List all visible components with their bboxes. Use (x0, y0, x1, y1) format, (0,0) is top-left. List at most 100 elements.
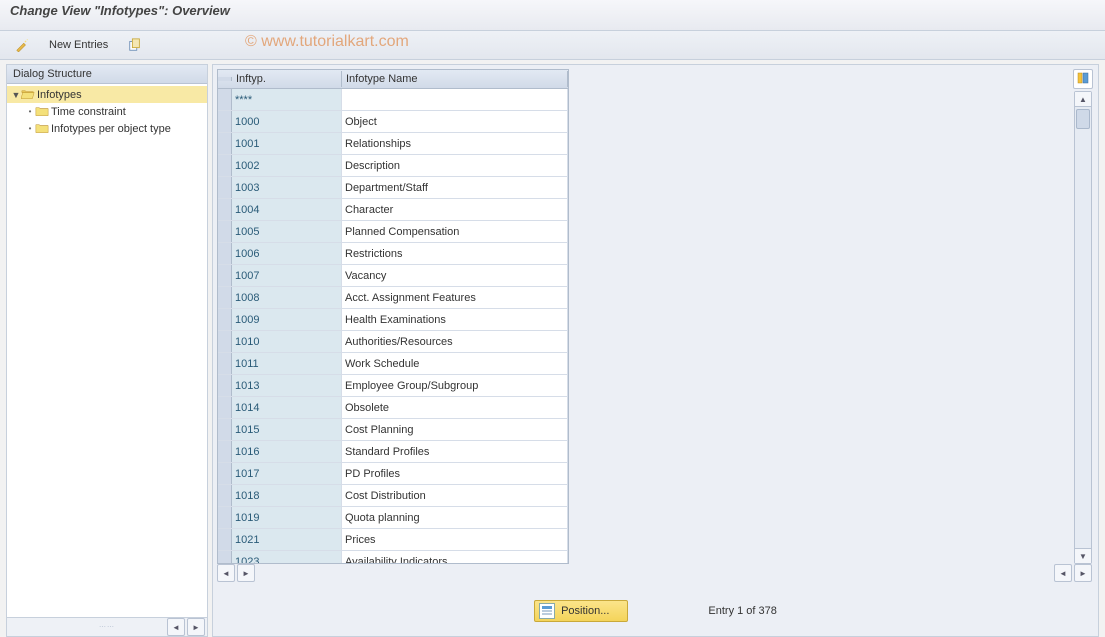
row-selector[interactable] (218, 265, 232, 286)
table-row[interactable]: **** (218, 89, 568, 111)
row-selector[interactable] (218, 155, 232, 176)
row-selector[interactable] (218, 419, 232, 440)
cell-infotype-code[interactable]: 1009 (232, 309, 342, 330)
table-row[interactable]: 1003Department/Staff (218, 177, 568, 199)
cell-infotype-name[interactable]: Relationships (342, 133, 568, 154)
cell-infotype-name[interactable]: Department/Staff (342, 177, 568, 198)
cell-infotype-code[interactable]: 1005 (232, 221, 342, 242)
cell-infotype-name[interactable]: Health Examinations (342, 309, 568, 330)
row-selector[interactable] (218, 463, 232, 484)
row-selector[interactable] (218, 397, 232, 418)
row-selector[interactable] (218, 111, 232, 132)
cell-infotype-code[interactable]: 1000 (232, 111, 342, 132)
cell-infotype-name[interactable]: PD Profiles (342, 463, 568, 484)
table-row[interactable]: 1021Prices (218, 529, 568, 551)
vertical-scrollbar[interactable]: ▲ ▼ (1074, 91, 1092, 564)
table-row[interactable]: 1006Restrictions (218, 243, 568, 265)
tree-node-time-constraint[interactable]: •Time constraint (7, 103, 207, 120)
row-selector[interactable] (218, 441, 232, 462)
sidebar-scroll-left-button[interactable]: ◄ (167, 618, 185, 636)
cell-infotype-code[interactable]: 1002 (232, 155, 342, 176)
table-row[interactable]: 1013Employee Group/Subgroup (218, 375, 568, 397)
cell-infotype-name[interactable]: Employee Group/Subgroup (342, 375, 568, 396)
sidebar-scroll-right-button[interactable]: ► (187, 618, 205, 636)
cell-infotype-name[interactable]: Authorities/Resources (342, 331, 568, 352)
row-selector[interactable] (218, 89, 232, 110)
row-selector[interactable] (218, 199, 232, 220)
table-scroll-left-button[interactable]: ◄ (217, 564, 235, 582)
cell-infotype-name[interactable]: Planned Compensation (342, 221, 568, 242)
table-row[interactable]: 1011Work Schedule (218, 353, 568, 375)
cell-infotype-name[interactable]: Standard Profiles (342, 441, 568, 462)
table-row[interactable]: 1019Quota planning (218, 507, 568, 529)
row-selector[interactable] (218, 243, 232, 264)
cell-infotype-code[interactable]: 1007 (232, 265, 342, 286)
cell-infotype-name[interactable]: Restrictions (342, 243, 568, 264)
table-scroll-left-button-2[interactable]: ◄ (1054, 564, 1072, 582)
table-row[interactable]: 1008Acct. Assignment Features (218, 287, 568, 309)
row-selector[interactable] (218, 221, 232, 242)
table-scroll-right-button[interactable]: ► (237, 564, 255, 582)
row-selector[interactable] (218, 133, 232, 154)
table-row[interactable]: 1009Health Examinations (218, 309, 568, 331)
row-selector[interactable] (218, 309, 232, 330)
position-button[interactable]: Position... (534, 600, 628, 622)
cell-infotype-code[interactable]: 1013 (232, 375, 342, 396)
cell-infotype-name[interactable]: Cost Planning (342, 419, 568, 440)
table-row[interactable]: 1002Description (218, 155, 568, 177)
cell-infotype-code[interactable]: 1006 (232, 243, 342, 264)
table-row[interactable]: 1000Object (218, 111, 568, 133)
table-row[interactable]: 1018Cost Distribution (218, 485, 568, 507)
table-row[interactable]: 1005Planned Compensation (218, 221, 568, 243)
new-entries-button[interactable]: New Entries (42, 36, 115, 54)
scroll-down-button[interactable]: ▼ (1075, 548, 1091, 563)
cell-infotype-name[interactable]: Acct. Assignment Features (342, 287, 568, 308)
cell-infotype-code[interactable]: 1003 (232, 177, 342, 198)
cell-infotype-code[interactable]: 1004 (232, 199, 342, 220)
table-row[interactable]: 1014Obsolete (218, 397, 568, 419)
drag-handle-icon[interactable]: ⋯⋯ (99, 623, 115, 631)
row-selector[interactable] (218, 287, 232, 308)
cell-infotype-code[interactable]: 1021 (232, 529, 342, 550)
column-header-code[interactable]: Inftyp. (232, 71, 342, 87)
cell-infotype-name[interactable] (342, 89, 568, 110)
cell-infotype-name[interactable]: Object (342, 111, 568, 132)
cell-infotype-code[interactable]: 1001 (232, 133, 342, 154)
cell-infotype-name[interactable]: Availability Indicators (342, 551, 568, 563)
cell-infotype-code[interactable]: 1008 (232, 287, 342, 308)
cell-infotype-name[interactable]: Work Schedule (342, 353, 568, 374)
row-selector[interactable] (218, 375, 232, 396)
cell-infotype-code[interactable]: 1015 (232, 419, 342, 440)
cell-infotype-name[interactable]: Cost Distribution (342, 485, 568, 506)
cell-infotype-code[interactable]: 1011 (232, 353, 342, 374)
table-row[interactable]: 1016Standard Profiles (218, 441, 568, 463)
cell-infotype-code[interactable]: 1016 (232, 441, 342, 462)
row-selector[interactable] (218, 551, 232, 563)
cell-infotype-code[interactable]: 1023 (232, 551, 342, 563)
column-header-name[interactable]: Infotype Name (342, 71, 568, 87)
cell-infotype-code[interactable]: 1017 (232, 463, 342, 484)
row-selector[interactable] (218, 507, 232, 528)
cell-infotype-code[interactable]: 1010 (232, 331, 342, 352)
row-selector[interactable] (218, 353, 232, 374)
table-row[interactable]: 1001Relationships (218, 133, 568, 155)
table-settings-button[interactable] (1073, 69, 1093, 89)
cell-infotype-code[interactable]: 1014 (232, 397, 342, 418)
table-row[interactable]: 1015Cost Planning (218, 419, 568, 441)
cell-infotype-name[interactable]: Description (342, 155, 568, 176)
tree-node-infotypes[interactable]: ▼Infotypes (7, 86, 207, 103)
scroll-up-button[interactable]: ▲ (1075, 92, 1091, 107)
expander-icon[interactable]: ▼ (11, 90, 21, 100)
table-row[interactable]: 1017PD Profiles (218, 463, 568, 485)
cell-infotype-name[interactable]: Obsolete (342, 397, 568, 418)
select-all-header[interactable] (218, 77, 232, 81)
table-row[interactable]: 1007Vacancy (218, 265, 568, 287)
cell-infotype-name[interactable]: Prices (342, 529, 568, 550)
cell-infotype-name[interactable]: Vacancy (342, 265, 568, 286)
cell-infotype-code[interactable]: 1019 (232, 507, 342, 528)
cell-infotype-code[interactable]: **** (232, 89, 342, 110)
cell-infotype-code[interactable]: 1018 (232, 485, 342, 506)
other-view-button[interactable] (8, 35, 36, 55)
row-selector[interactable] (218, 331, 232, 352)
copy-button[interactable] (121, 35, 149, 55)
